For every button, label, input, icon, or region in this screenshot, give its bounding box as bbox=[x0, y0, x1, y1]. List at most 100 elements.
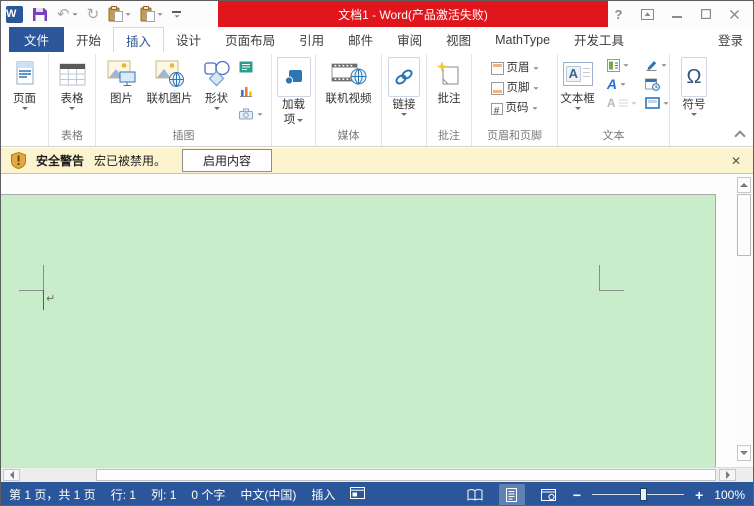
minimize-button[interactable] bbox=[662, 1, 691, 27]
minimize-icon bbox=[671, 16, 682, 18]
document-page[interactable]: ↵ bbox=[1, 194, 716, 467]
quick-parts-button[interactable] bbox=[606, 59, 637, 72]
macro-record-button[interactable] bbox=[350, 487, 366, 502]
scroll-up-button[interactable] bbox=[737, 177, 751, 193]
paste-icon bbox=[108, 6, 124, 22]
chevron-down-icon bbox=[623, 64, 629, 67]
scroll-right-button[interactable] bbox=[719, 469, 736, 481]
pictures-button[interactable]: 图片 bbox=[103, 56, 141, 107]
tab-review[interactable]: 审阅 bbox=[385, 27, 434, 52]
paste-button-1[interactable] bbox=[108, 6, 131, 22]
chevron-down-icon bbox=[401, 113, 407, 116]
object-button[interactable] bbox=[644, 97, 669, 109]
zoom-in-button[interactable]: + bbox=[695, 487, 703, 503]
save-button[interactable] bbox=[32, 6, 48, 22]
date-time-button[interactable] bbox=[644, 78, 669, 91]
close-button[interactable] bbox=[720, 1, 749, 27]
arrow-right-icon bbox=[725, 471, 730, 479]
chevron-down-icon bbox=[574, 107, 581, 110]
paste-button-2[interactable] bbox=[140, 6, 163, 22]
chevron-down-icon bbox=[661, 64, 667, 67]
tab-references[interactable]: 引用 bbox=[287, 27, 336, 52]
tab-insert[interactable]: 插入 bbox=[113, 27, 165, 52]
maximize-button[interactable] bbox=[691, 1, 720, 27]
horizontal-scrollbar[interactable] bbox=[1, 467, 753, 482]
signature-line-button[interactable] bbox=[645, 59, 669, 72]
language-status[interactable]: 中文(中国) bbox=[240, 486, 296, 503]
customize-qat-button[interactable] bbox=[172, 10, 182, 18]
redo-button[interactable]: ↻ bbox=[87, 7, 100, 22]
scroll-left-button[interactable] bbox=[3, 469, 20, 481]
comment-button[interactable]: 批注 bbox=[431, 56, 467, 107]
word-window: W ↶ ↻ 文档1 - Word(产品激活失败) ? 文件 开始 插入 设计 页… bbox=[0, 0, 754, 506]
paste-dropdown-icon bbox=[125, 12, 131, 16]
warning-close-icon[interactable]: ✕ bbox=[731, 154, 741, 168]
tab-file[interactable]: 文件 bbox=[9, 27, 65, 52]
undo-icon: ↶ bbox=[57, 5, 70, 23]
smartart-button[interactable] bbox=[239, 60, 263, 78]
tab-mathtype[interactable]: MathType bbox=[483, 27, 562, 52]
chevron-down-icon bbox=[21, 107, 28, 110]
tab-mailings[interactable]: 邮件 bbox=[336, 27, 385, 52]
tab-page-layout[interactable]: 页面布局 bbox=[213, 27, 287, 52]
horizontal-scroll-thumb[interactable] bbox=[96, 469, 716, 481]
symbol-button[interactable]: Ω 符号 bbox=[677, 56, 712, 117]
page-count-status[interactable]: 第 1 页，共 1 页 bbox=[9, 486, 96, 503]
collapse-ribbon-button[interactable] bbox=[735, 130, 743, 138]
zoom-slider[interactable] bbox=[592, 488, 685, 501]
arrow-up-icon bbox=[740, 183, 748, 187]
online-pictures-button[interactable]: 联机图片 bbox=[143, 56, 197, 107]
word-count-status[interactable]: 0 个字 bbox=[191, 486, 225, 503]
save-icon bbox=[33, 8, 47, 21]
chevron-down-icon bbox=[256, 112, 263, 116]
zoom-level[interactable]: 100% bbox=[714, 488, 745, 502]
tab-developer[interactable]: 开发工具 bbox=[562, 27, 636, 52]
chevron-down-icon bbox=[663, 101, 669, 105]
drop-cap-button[interactable]: A bbox=[607, 97, 637, 109]
addins-button[interactable]: 加载 项 bbox=[273, 56, 315, 128]
chart-button[interactable] bbox=[239, 84, 263, 102]
read-mode-button[interactable] bbox=[462, 484, 488, 505]
help-button[interactable]: ? bbox=[604, 1, 633, 27]
margin-crop-mark-left bbox=[19, 265, 44, 291]
page-number-button[interactable]: # 页码 bbox=[490, 101, 539, 117]
date-time-icon bbox=[644, 78, 660, 91]
link-icon bbox=[388, 57, 420, 97]
tab-design[interactable]: 设计 bbox=[164, 27, 213, 52]
enable-content-button[interactable]: 启用内容 bbox=[182, 149, 273, 172]
print-layout-icon bbox=[506, 487, 518, 502]
ribbon-insert: 页面 表格 表格 图片 联机图片 形状 插图 加载 项 联机视频 媒体 链接 批… bbox=[1, 52, 753, 147]
column-status[interactable]: 列: 1 bbox=[151, 486, 176, 503]
undo-button[interactable]: ↶ bbox=[57, 7, 78, 22]
wordart-button[interactable]: A bbox=[607, 77, 637, 91]
links-button[interactable]: 链接 bbox=[384, 56, 424, 117]
line-status[interactable]: 行: 1 bbox=[111, 486, 136, 503]
print-layout-button[interactable] bbox=[498, 484, 525, 505]
undo-dropdown-icon bbox=[72, 12, 78, 16]
scroll-down-button[interactable] bbox=[737, 445, 751, 461]
margin-crop-mark-right bbox=[599, 265, 624, 291]
tab-home[interactable]: 开始 bbox=[64, 27, 113, 52]
vertical-scroll-thumb[interactable] bbox=[737, 194, 751, 256]
web-layout-button[interactable] bbox=[536, 484, 562, 505]
ribbon-display-options-button[interactable] bbox=[633, 1, 662, 27]
zoom-out-button[interactable]: − bbox=[573, 487, 581, 503]
vertical-scrollbar[interactable] bbox=[736, 174, 753, 467]
online-video-button[interactable]: 联机视频 bbox=[322, 56, 376, 107]
quick-access-toolbar: W ↶ ↻ bbox=[6, 1, 182, 27]
pages-button[interactable]: 页面 bbox=[9, 56, 40, 111]
table-button[interactable]: 表格 bbox=[55, 56, 90, 111]
customize-qat-icon bbox=[172, 10, 182, 13]
smartart-icon bbox=[239, 61, 252, 73]
zoom-slider-thumb[interactable] bbox=[639, 488, 647, 501]
shapes-button[interactable]: 形状 bbox=[199, 56, 235, 111]
sign-in-link[interactable]: 登录 bbox=[708, 27, 753, 52]
insert-mode-status[interactable]: 插入 bbox=[311, 486, 335, 503]
screenshot-button[interactable] bbox=[238, 108, 263, 120]
tab-view[interactable]: 视图 bbox=[434, 27, 483, 52]
chevron-down-icon bbox=[174, 14, 180, 18]
shield-warning-icon bbox=[11, 152, 26, 169]
footer-button[interactable]: 页脚 bbox=[490, 81, 539, 96]
textbox-button[interactable]: A 文本框 bbox=[556, 56, 599, 111]
header-button[interactable]: 页眉 bbox=[490, 61, 539, 76]
